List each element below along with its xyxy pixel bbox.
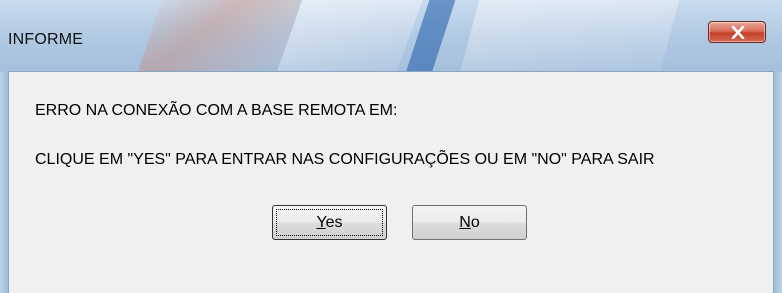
titlebar-glass-decoration — [457, 0, 683, 72]
instruction-message: CLIQUE EM "YES" PARA ENTRAR NAS CONFIGUR… — [35, 151, 655, 168]
focus-rectangle — [276, 209, 383, 236]
no-mnemonic: N — [459, 214, 471, 231]
yes-button[interactable]: Yes — [272, 205, 387, 240]
error-message: ERRO NA CONEXÃO COM A BASE REMOTA EM: — [35, 102, 398, 119]
no-button[interactable]: No — [412, 205, 527, 240]
no-label-rest: o — [470, 214, 480, 231]
close-x-icon — [731, 26, 745, 39]
dialog-content: ERRO NA CONEXÃO COM A BASE REMOTA EM: CL… — [8, 71, 774, 293]
close-button[interactable] — [708, 21, 766, 43]
window-title: INFORME — [8, 31, 84, 48]
title-bar[interactable]: INFORME — [0, 0, 782, 72]
dialog-window: INFORME ERRO NA CONEXÃO COM A BASE REMOT… — [0, 0, 782, 293]
